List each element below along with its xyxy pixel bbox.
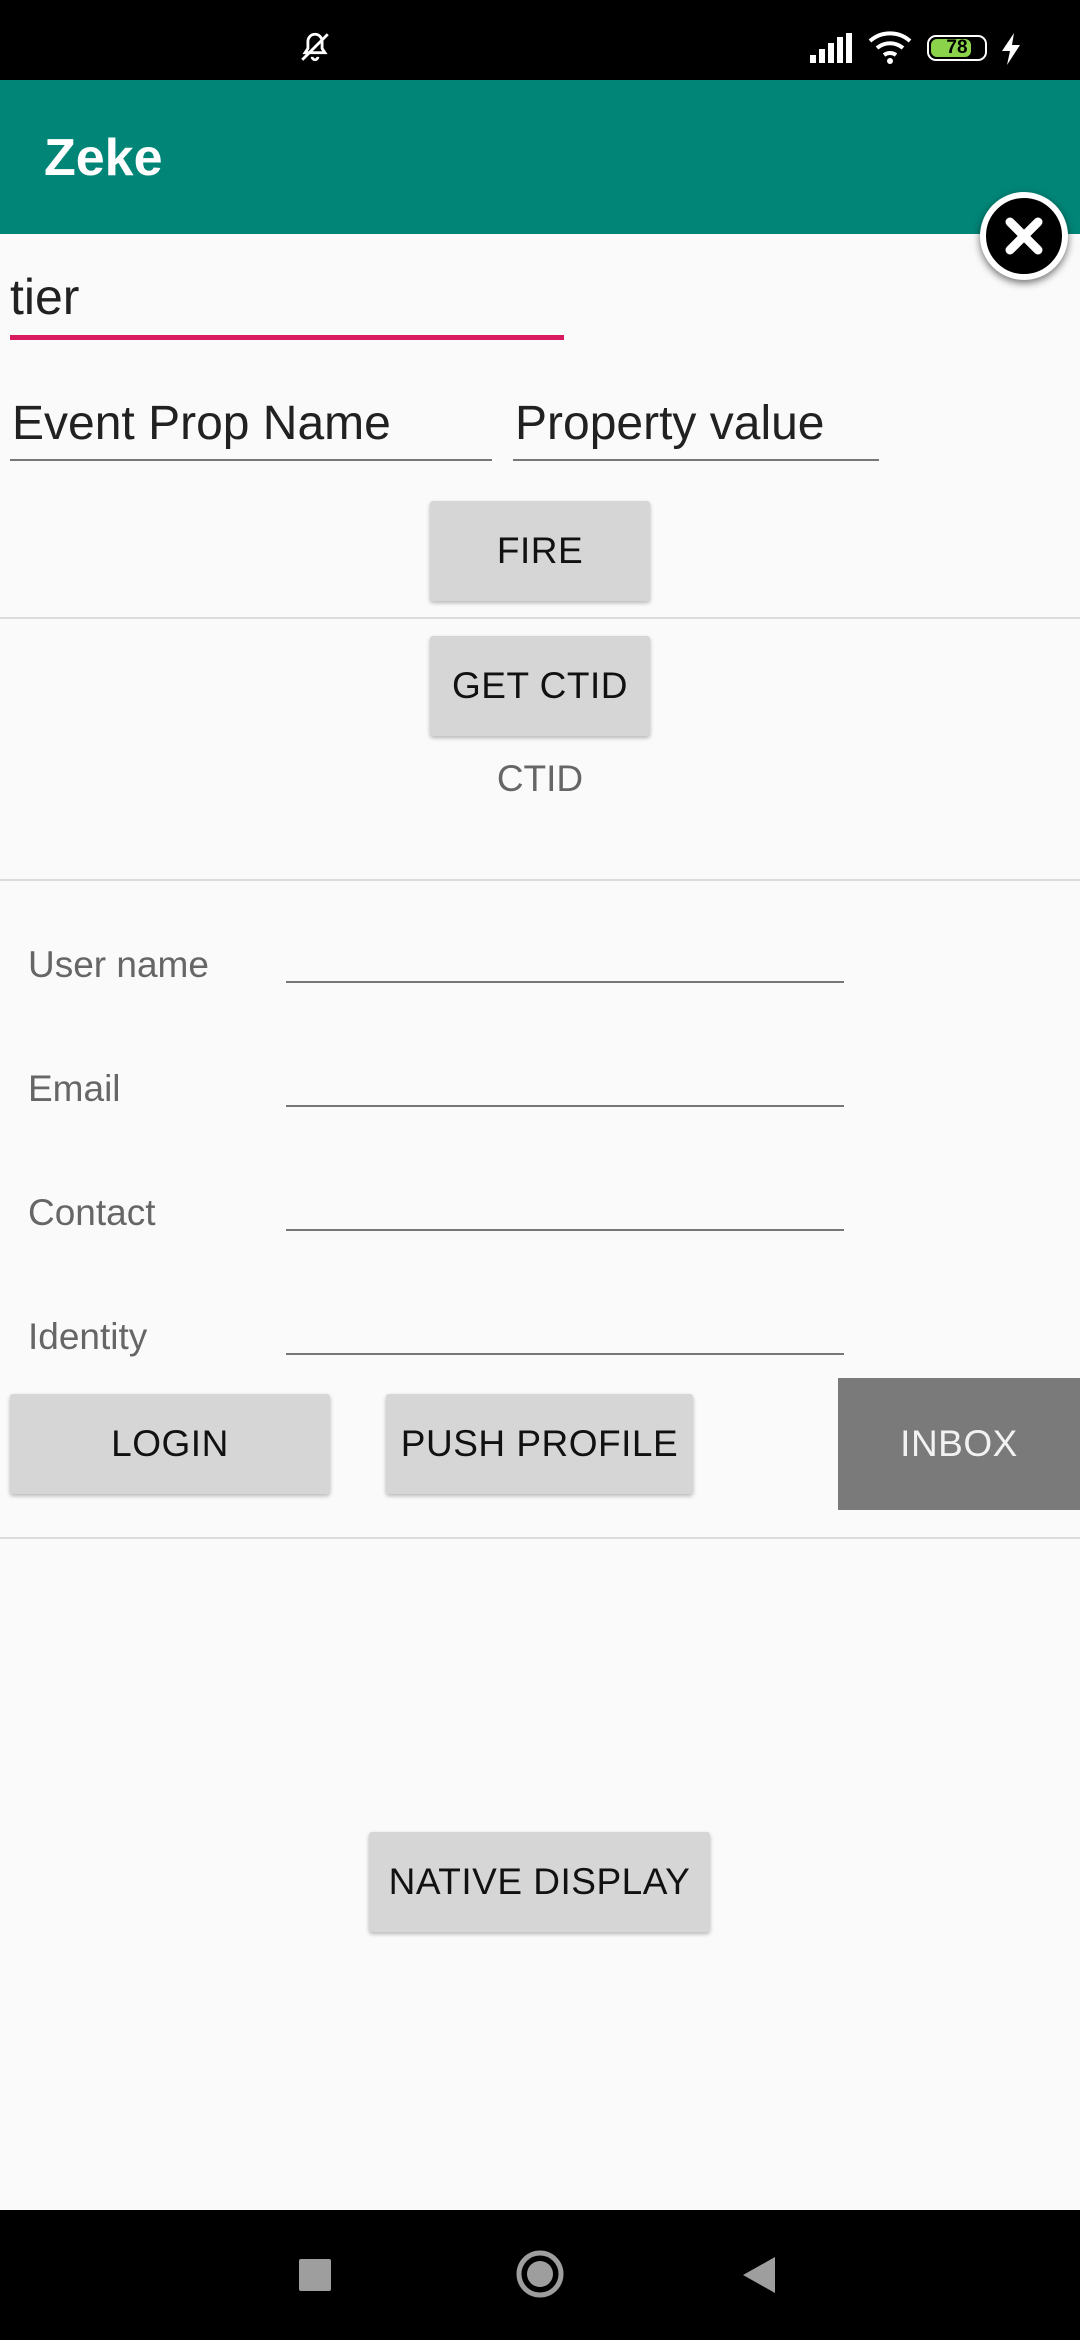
status-time: 19:15 | 0.6KB/s [66, 18, 307, 55]
get-ctid-button[interactable]: GET CTID [430, 636, 650, 736]
divider [0, 1537, 1080, 1539]
event-prop-name-underline [10, 459, 492, 461]
ctid-value: CTID [496, 758, 584, 799]
wifi-icon [868, 31, 912, 64]
username-input[interactable] [286, 981, 844, 983]
bolt-icon [1002, 33, 1020, 65]
native-display-button[interactable]: NATIVE DISPLAY [369, 1832, 710, 1932]
signal-icon [810, 33, 852, 63]
push-profile-button[interactable]: PUSH PROFILE [386, 1394, 693, 1494]
contact-input[interactable] [286, 1229, 844, 1231]
email-input[interactable] [286, 1105, 844, 1107]
username-label: User name [28, 944, 209, 985]
nav-home-icon[interactable] [515, 2249, 565, 2299]
close-button[interactable] [980, 192, 1068, 280]
identity-input[interactable] [286, 1353, 844, 1355]
nav-recents-icon[interactable] [299, 2259, 331, 2291]
nav-back-icon[interactable] [741, 2255, 777, 2295]
contact-label: Contact [28, 1192, 156, 1233]
login-button[interactable]: LOGIN [10, 1394, 330, 1494]
inbox-button[interactable]: INBOX [838, 1378, 1080, 1510]
battery-percent: 78 [946, 37, 968, 58]
identity-label: Identity [28, 1316, 148, 1357]
property-value-input[interactable]: Property value [515, 396, 825, 451]
fire-button[interactable]: FIRE [430, 501, 650, 601]
divider [0, 617, 1080, 619]
property-value-underline [513, 459, 879, 461]
event-prop-name-input[interactable]: Event Prop Name [12, 396, 391, 451]
email-label: Email [28, 1068, 121, 1109]
event-name-input[interactable]: tier [10, 268, 79, 326]
close-icon [1005, 217, 1043, 255]
battery-icon: 78 [927, 35, 987, 61]
app-title: Zeke [44, 129, 163, 187]
event-name-underline [10, 335, 564, 340]
divider [0, 879, 1080, 881]
mute-icon [301, 32, 329, 62]
